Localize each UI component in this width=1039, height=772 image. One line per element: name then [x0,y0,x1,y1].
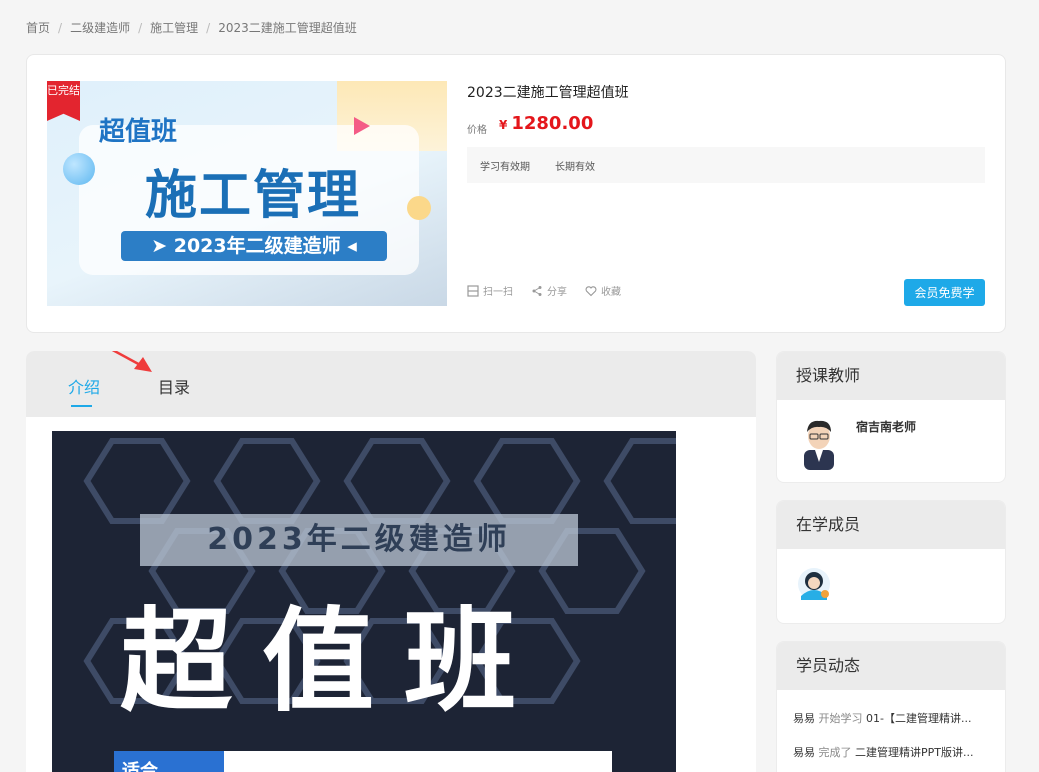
course-cover[interactable]: 超值班 施工管理 ➤ 2023年二级建造师 ◂ 已完结 [47,81,447,306]
qrcode-icon [467,284,479,297]
validity-box: 学习有效期 长期有效 [467,147,985,183]
cover-bubble [63,153,95,185]
breadcrumb-separator: / [58,20,63,35]
breadcrumb-separator: / [138,20,143,35]
activity-user: 易易 [793,712,815,725]
member-avatar[interactable] [796,566,832,602]
teacher-name[interactable]: 宿吉南老师 [856,418,916,435]
activity-item[interactable]: 易易 开始学习 01-【二建管理精讲... [793,710,993,726]
favorite-action[interactable]: 收藏 [585,283,621,298]
price-value: 1280.00 [511,113,594,134]
teacher-card-title: 授课教师 [777,352,1005,400]
breadcrumb-home[interactable]: 首页 [26,19,50,36]
member-free-study-button[interactable]: 会员免费学 [904,279,985,306]
annotation-arrow-icon [111,351,152,372]
activity-item[interactable]: 易易 完成了 二建管理精讲PPT版讲... [793,744,993,760]
course-title: 2023二建施工管理超值班 [467,85,629,101]
validity-value: 长期有效 [555,161,595,173]
breadcrumb-subcategory[interactable]: 施工管理 [150,19,198,36]
breadcrumb-category[interactable]: 二级建造师 [70,19,130,36]
activity-user: 易易 [793,746,815,759]
breadcrumb-separator: / [206,20,211,35]
validity-label: 学习有效期 [480,161,530,173]
intro-big-title: 超值班 [120,597,546,727]
breadcrumb: 首页 / 二级建造师 / 施工管理 / 2023二建施工管理超值班 [26,19,357,36]
scan-action[interactable]: 扫一扫 [467,283,513,298]
scan-label: 扫一扫 [483,287,513,298]
members-card-title: 在学成员 [777,501,1005,549]
cover-subject: 施工管理 [145,166,362,226]
price-label: 价格 [467,125,487,136]
activity-card-title: 学员动态 [777,642,1005,690]
breadcrumb-current: 2023二建施工管理超值班 [218,21,357,35]
activity-card: 学员动态 易易 开始学习 01-【二建管理精讲... 易易 完成了 二建管理精讲… [776,641,1006,772]
activity-target: 二建管理精讲PPT版讲... [855,746,974,759]
teacher-avatar[interactable] [798,416,840,470]
intro-band-title: 2023年二级建造师 [140,514,578,566]
cover-year-line: ➤ 2023年二级建造师 ◂ [121,231,387,261]
cover-tag: 超值班 [99,117,178,147]
share-icon [532,285,542,296]
intro-bottom-strip: 适合 [114,751,612,772]
teacher-card: 授课教师 宿吉南老师 [776,351,1006,483]
course-card: 超值班 施工管理 ➤ 2023年二级建造师 ◂ 已完结 2023二建施工管理超值… [26,54,1006,333]
activity-target: 01-【二建管理精讲... [866,712,972,725]
share-action[interactable]: 分享 [531,283,567,298]
cover-triangle [354,117,370,135]
course-price: ¥1280.00 [499,113,593,134]
tab-catalog[interactable]: 目录 [158,370,190,398]
completed-ribbon: 已完结 [47,81,80,121]
course-detail-panel: 介绍 目录 2023年二级建造师 超值班 适合 [26,351,756,772]
activity-verb: 开始学习 [818,712,863,725]
favorite-label: 收藏 [601,287,621,298]
intro-bottom-tag: 适合 [114,751,224,772]
cover-dot [407,196,431,220]
heart-icon [585,285,597,296]
currency-symbol: ¥ [499,118,508,132]
activity-verb: 完成了 [818,746,852,759]
intro-image: 2023年二级建造师 超值班 适合 [52,431,676,772]
members-card: 在学成员 [776,500,1006,624]
course-actions: 扫一扫 分享 收藏 [467,283,621,298]
share-label: 分享 [547,287,567,298]
